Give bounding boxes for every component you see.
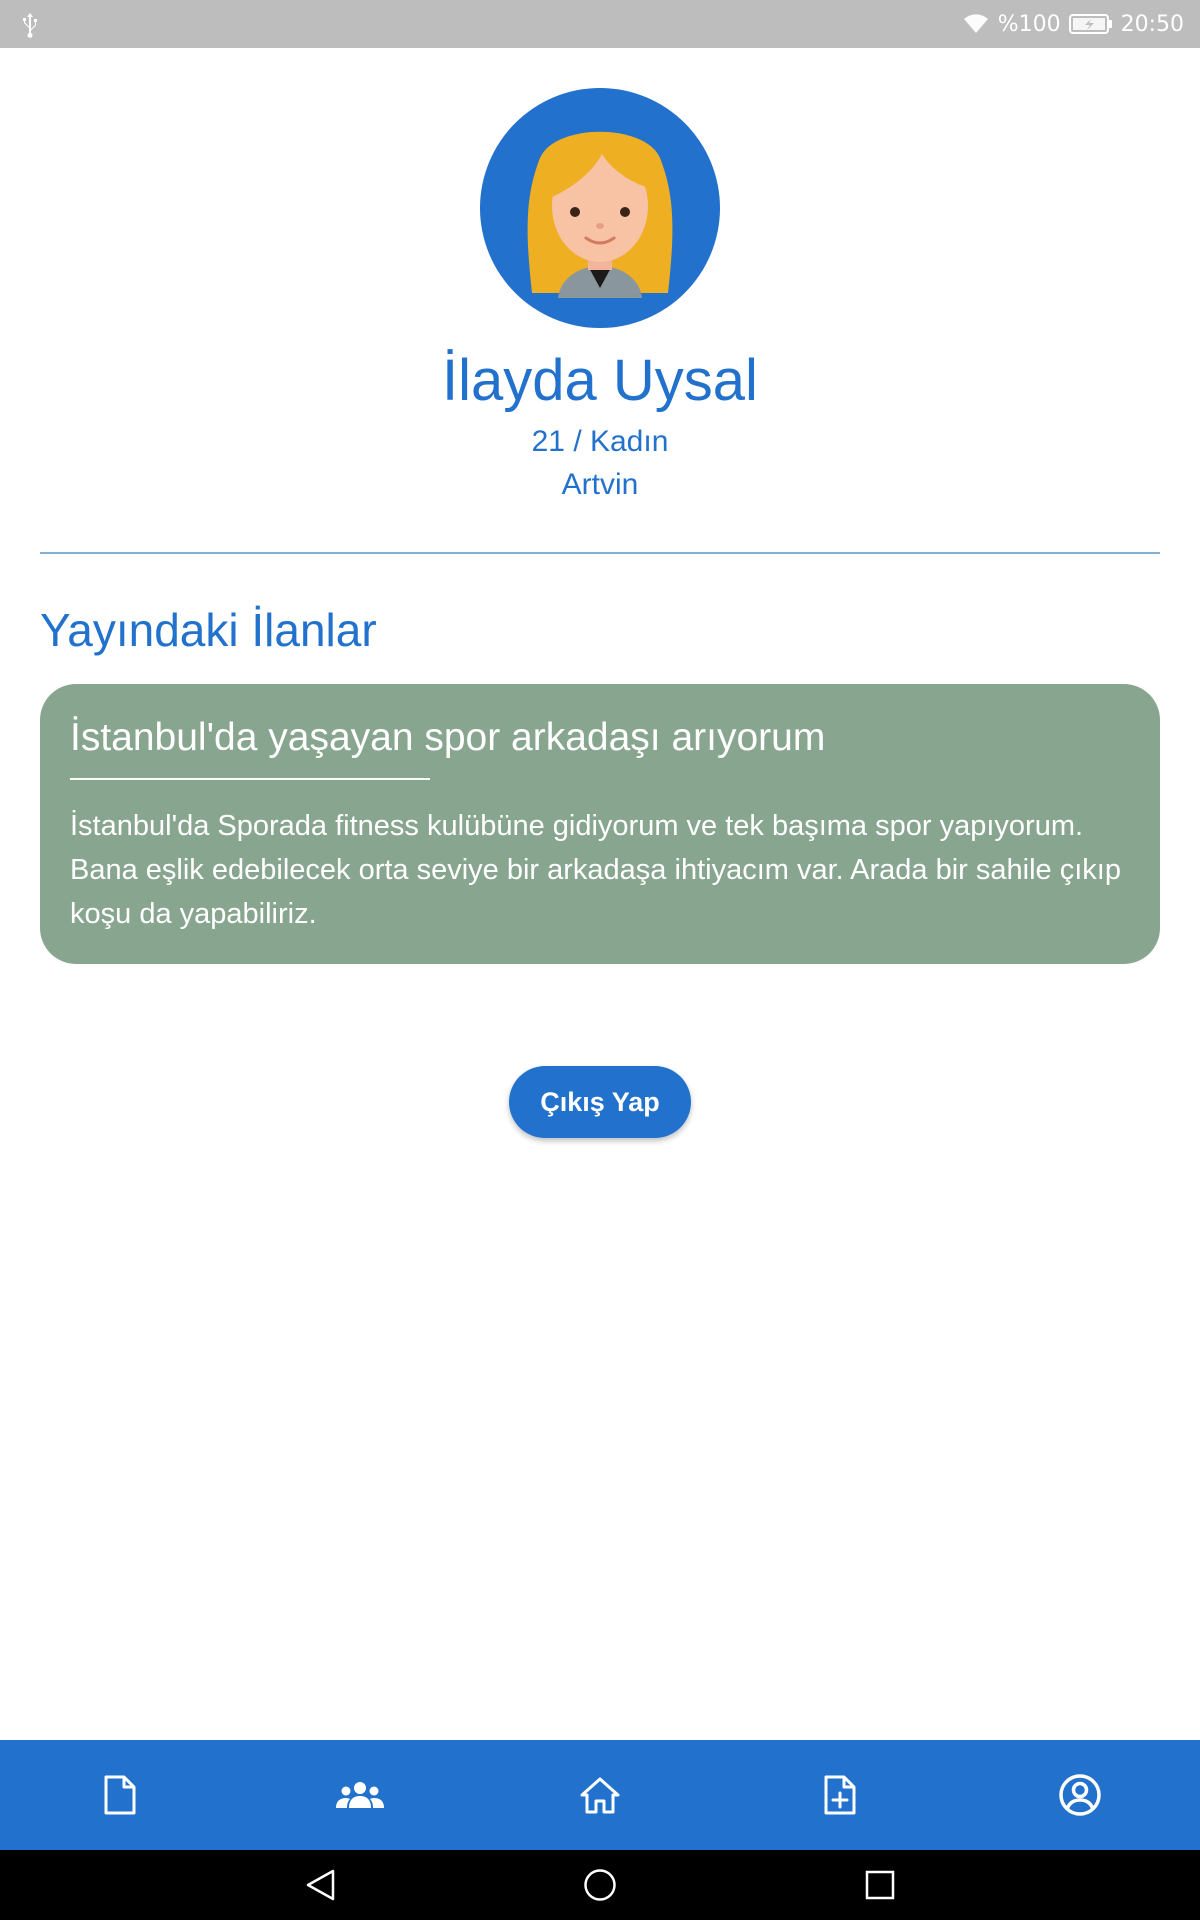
group-icon	[336, 1782, 384, 1808]
system-nav-bar	[0, 1850, 1200, 1920]
section-title-listings: Yayındaki İlanlar	[40, 604, 377, 656]
nav-item-listings[interactable]	[0, 1740, 240, 1850]
system-home-button[interactable]	[560, 1850, 640, 1920]
wifi-icon	[963, 14, 988, 33]
listing-title: İstanbul'da yaşayan spor arkadaşı arıyor…	[70, 716, 826, 759]
add-document-icon	[824, 1775, 856, 1815]
home-icon	[580, 1777, 620, 1814]
system-recents-button[interactable]	[840, 1850, 920, 1920]
document-icon	[104, 1775, 136, 1815]
status-time: 20:50	[1120, 11, 1184, 37]
nav-item-profile[interactable]	[960, 1740, 1200, 1850]
divider	[40, 552, 1160, 554]
logout-button[interactable]: Çıkış Yap	[509, 1066, 691, 1138]
home-circle-icon	[584, 1869, 616, 1901]
nav-item-people[interactable]	[240, 1740, 480, 1850]
status-bar: %100 20:50	[0, 0, 1200, 48]
listing-card[interactable]: İstanbul'da yaşayan spor arkadaşı arıyor…	[40, 684, 1160, 964]
status-indicators: %100 20:50	[962, 0, 1184, 48]
usb-icon	[23, 13, 37, 38]
profile-age-gender: 21 / Kadın	[531, 425, 669, 458]
profile-name: İlayda Uysal	[442, 348, 758, 413]
system-back-button[interactable]	[280, 1850, 360, 1920]
nav-item-home[interactable]	[480, 1740, 720, 1850]
recents-square-icon	[865, 1870, 895, 1900]
back-triangle-icon	[306, 1869, 335, 1901]
nav-item-add-listing[interactable]	[720, 1740, 960, 1850]
female-avatar-illustration	[527, 131, 673, 298]
account-circle-icon	[1059, 1774, 1101, 1816]
battery-charging-icon	[1068, 14, 1112, 34]
bottom-nav	[0, 1740, 1200, 1850]
listing-description: İstanbul'da Sporada fitness kulübüne gid…	[70, 810, 1121, 930]
battery-percent: %100	[997, 11, 1061, 37]
listing-title-underline	[70, 778, 430, 780]
avatar	[480, 88, 720, 328]
profile-city: Artvin	[561, 468, 639, 501]
